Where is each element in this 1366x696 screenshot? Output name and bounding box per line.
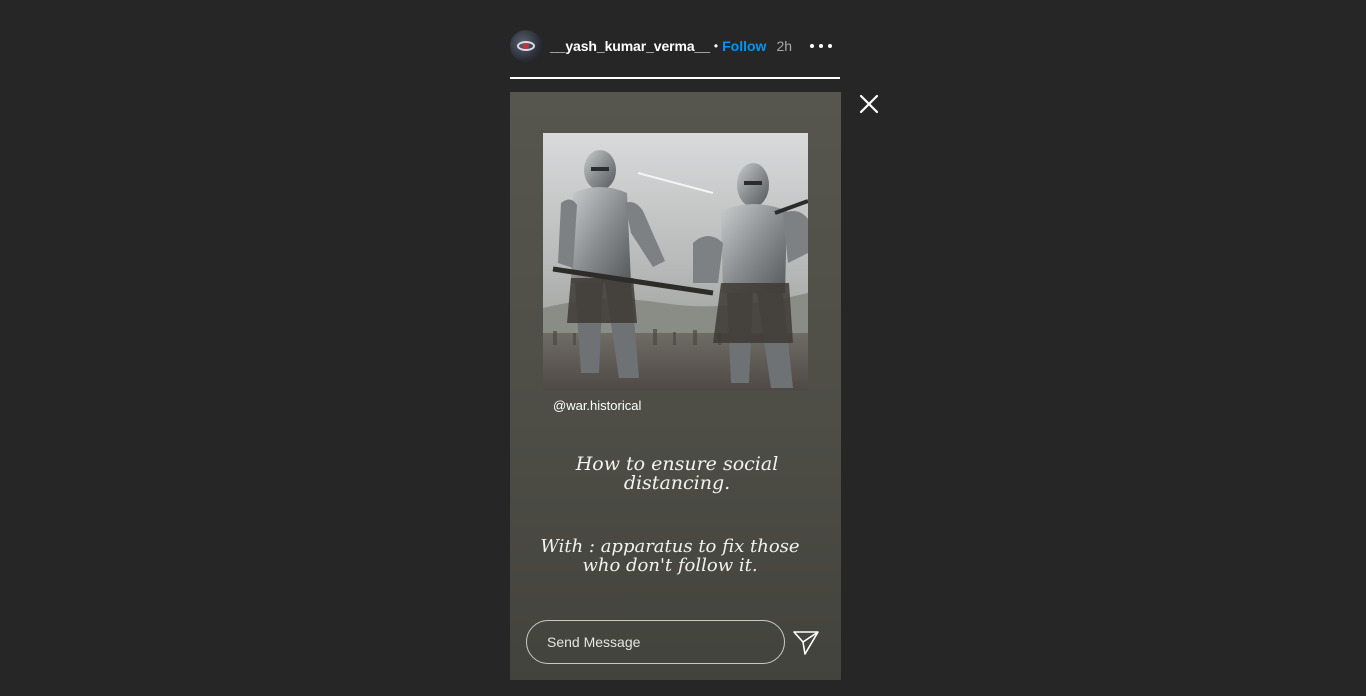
- photo-handle-text: @war.historical: [553, 398, 642, 413]
- story-photo: [543, 133, 808, 391]
- username-link[interactable]: __yash_kumar_verma__: [550, 38, 710, 54]
- avatar-logo-dot: [523, 43, 529, 49]
- more-options-icon[interactable]: [810, 36, 832, 56]
- story-viewer: __yash_kumar_verma__ • Follow 2h @war.hi…: [0, 0, 1366, 696]
- story-header: __yash_kumar_verma__ • Follow 2h: [510, 28, 841, 64]
- story-progress-bar: [510, 77, 840, 79]
- more-dot: [828, 44, 832, 48]
- reply-field-container: [526, 620, 785, 664]
- separator-dot: •: [713, 39, 719, 53]
- more-dot: [819, 44, 823, 48]
- more-dot: [810, 44, 814, 48]
- story-card[interactable]: @war.historical How to ensure social dis…: [510, 92, 841, 680]
- follow-button[interactable]: Follow: [722, 38, 766, 54]
- timestamp: 2h: [776, 38, 793, 54]
- avatar[interactable]: [510, 30, 542, 62]
- send-icon[interactable]: [792, 628, 820, 656]
- story-caption-line-2: With : apparatus to fix those who don't …: [540, 536, 800, 576]
- story-caption-line-1: How to ensure social distancing.: [575, 453, 779, 494]
- close-icon[interactable]: [858, 93, 880, 115]
- send-message-input[interactable]: [527, 621, 784, 663]
- story-progress-fill: [510, 77, 840, 79]
